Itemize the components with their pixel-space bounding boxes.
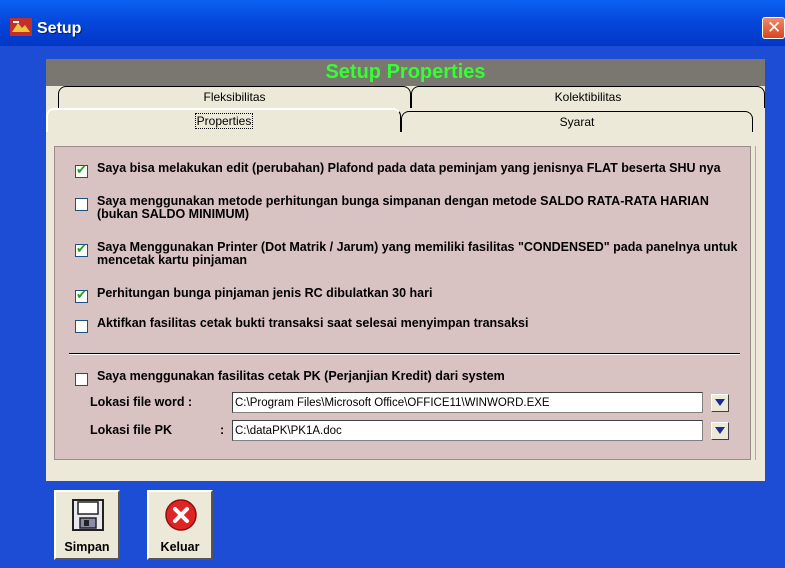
properties-panel: Setup Properties Fleksibilitas Kolektibi…	[46, 59, 765, 481]
checkbox-printer-condensed[interactable]	[75, 242, 88, 257]
tab-syarat[interactable]: Syarat	[401, 111, 753, 132]
option-saldo-rata-rata-label: Saya menggunakan metode perhitungan bung…	[97, 194, 709, 221]
floppy-disk-icon	[72, 499, 104, 531]
setup-window: Setup ✕ Setup Properties Fleksibilitas K…	[0, 0, 785, 568]
checkbox-cetak-pk[interactable]	[75, 373, 88, 386]
exit-x-icon	[165, 499, 197, 531]
checkbox-rc-30-hari[interactable]	[75, 288, 88, 303]
save-button[interactable]: Simpan	[54, 490, 120, 560]
option-rc-30-hari[interactable]: Perhitungan bunga pinjaman jenis RC dibu…	[75, 287, 737, 303]
word-file-dropdown-button[interactable]	[711, 394, 729, 412]
word-file-input[interactable]	[232, 392, 703, 413]
pk-file-label: Lokasi file PK	[90, 423, 172, 437]
option-cetak-bukti-label: Aktifkan fasilitas cetak bukti transaksi…	[97, 316, 529, 330]
option-cetak-bukti[interactable]: Aktifkan fasilitas cetak bukti transaksi…	[75, 317, 737, 333]
header-bar: Setup Properties	[46, 59, 765, 86]
pk-file-input[interactable]	[232, 420, 703, 441]
exit-button-label: Keluar	[160, 540, 200, 554]
option-cetak-pk-label: Saya menggunakan fasilitas cetak PK (Per…	[97, 369, 505, 383]
checkbox-cetak-bukti[interactable]	[75, 320, 88, 333]
pk-file-dropdown-button[interactable]	[711, 422, 729, 440]
close-icon: ✕	[767, 18, 782, 38]
option-saldo-rata-rata[interactable]: Saya menggunakan metode perhitungan bung…	[75, 195, 727, 221]
exit-button[interactable]: Keluar	[147, 490, 213, 560]
page-title: Setup Properties	[325, 61, 486, 83]
option-printer-condensed[interactable]: Saya Menggunakan Printer (Dot Matrik / J…	[75, 241, 747, 267]
option-cetak-pk[interactable]: Saya menggunakan fasilitas cetak PK (Per…	[75, 370, 737, 386]
tab-properties[interactable]: Properties	[46, 108, 401, 132]
option-rc-30-hari-label: Perhitungan bunga pinjaman jenis RC dibu…	[97, 286, 433, 300]
tab-properties-label: Properties	[194, 113, 254, 129]
option-printer-condensed-label: Saya Menggunakan Printer (Dot Matrik / J…	[97, 240, 738, 267]
tab-fleksibilitas[interactable]: Fleksibilitas	[58, 86, 411, 108]
tab-kolektibilitas[interactable]: Kolektibilitas	[411, 86, 765, 108]
setup-app-icon	[10, 18, 32, 36]
option-edit-plafond-label: Saya bisa melakukan edit (perubahan) Pla…	[97, 161, 721, 175]
close-button[interactable]: ✕	[762, 17, 785, 39]
checkbox-saldo-rata-rata[interactable]	[75, 198, 88, 211]
window-title: Setup	[37, 20, 82, 37]
divider	[69, 353, 740, 355]
panel-right-edge	[755, 146, 763, 460]
word-file-label: Lokasi file word :	[90, 395, 193, 409]
pk-file-colon: :	[220, 423, 225, 437]
window-client: Setup Properties Fleksibilitas Kolektibi…	[4, 46, 781, 568]
checkbox-edit-plafond[interactable]	[75, 163, 88, 178]
title-bar[interactable]: Setup ✕	[0, 0, 785, 46]
options-content: Saya bisa melakukan edit (perubahan) Pla…	[54, 146, 751, 460]
save-button-label: Simpan	[64, 540, 110, 554]
option-edit-plafond[interactable]: Saya bisa melakukan edit (perubahan) Pla…	[75, 162, 737, 178]
